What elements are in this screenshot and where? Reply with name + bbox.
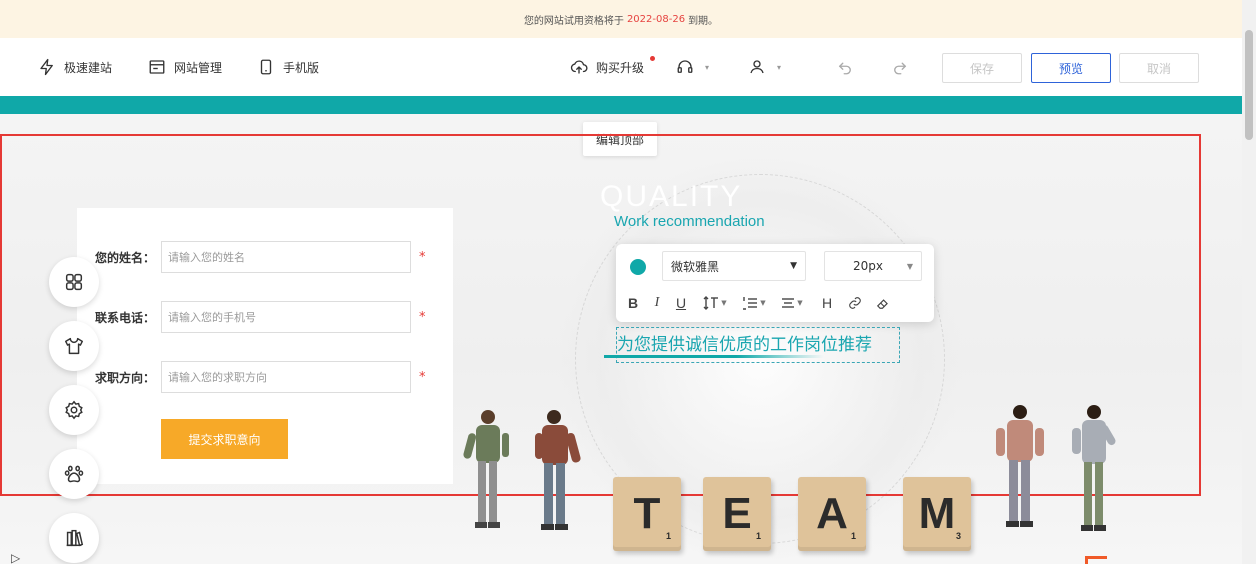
- font-size-value: 20px: [853, 259, 883, 273]
- phone-label: 联系电话：: [95, 310, 156, 325]
- top-toolbar: 极速建站 网站管理 手机版 购买升级 ▾ ▾ 保存 预览 取消: [0, 38, 1242, 96]
- rich-text-toolbar: 微软雅黑 ▼ 20px ▼ B I U ▼ ▼ ▼ H: [616, 244, 934, 322]
- notice-prefix: 您的网站试用资格将于: [523, 15, 624, 27]
- brand-logo-fragment: [1085, 556, 1107, 564]
- quick-build-label: 极速建站: [64, 60, 113, 75]
- team-tile-e: E 1: [703, 477, 771, 551]
- figure-person-1: [463, 410, 509, 528]
- quick-build-button[interactable]: 极速建站: [38, 58, 112, 76]
- tile-letter: M: [918, 489, 956, 538]
- header-teal-strip: [0, 96, 1242, 114]
- site-manage-label: 网站管理: [174, 60, 223, 75]
- figure-person-4: [1072, 405, 1116, 531]
- text-color-picker[interactable]: [630, 259, 646, 275]
- plugins-button[interactable]: [49, 449, 99, 499]
- preview-button[interactable]: 预览: [1031, 53, 1111, 83]
- theme-button[interactable]: [49, 321, 99, 371]
- ghost-text: QUALITY: [600, 180, 743, 213]
- site-manage-button[interactable]: 网站管理: [148, 58, 222, 76]
- form-row-name: 您的姓名： *: [95, 241, 426, 273]
- figure-person-3: [996, 405, 1044, 527]
- edit-header-button[interactable]: 编辑顶部: [583, 122, 657, 156]
- tile-score: 1: [755, 531, 761, 541]
- required-mark: *: [419, 309, 426, 325]
- book-icon: [66, 529, 84, 547]
- tile-score: 1: [850, 531, 856, 541]
- cancel-button[interactable]: 取消: [1119, 53, 1199, 83]
- mobile-label: 手机版: [283, 60, 320, 75]
- notice-suffix: 到期。: [688, 15, 719, 27]
- save-button[interactable]: 保存: [942, 53, 1022, 83]
- underline-icon[interactable]: U: [672, 292, 690, 314]
- shirt-icon: [65, 337, 83, 355]
- figure-person-2: [535, 410, 581, 530]
- font-size-select[interactable]: 20px ▼: [824, 251, 922, 281]
- chevron-down-icon: ▾: [777, 62, 782, 72]
- grid-icon: [65, 273, 83, 291]
- tile-score: 3: [955, 531, 961, 541]
- name-label: 您的姓名：: [95, 250, 156, 265]
- font-family-value: 微软雅黑: [671, 259, 720, 274]
- undo-icon: [838, 62, 851, 75]
- expand-panel-icon[interactable]: ▷: [11, 551, 20, 564]
- italic-icon[interactable]: I: [648, 292, 666, 314]
- redo-icon: [894, 62, 907, 75]
- font-family-select[interactable]: 微软雅黑 ▼: [662, 251, 806, 281]
- tile-letter: E: [722, 489, 752, 538]
- line-height-icon[interactable]: ▼: [698, 292, 732, 314]
- page-scrollbar[interactable]: [1242, 0, 1256, 564]
- submit-job-intent-button[interactable]: 提交求职意向: [161, 419, 288, 459]
- caret-down-icon: ▼: [790, 261, 797, 271]
- lightning-icon: [40, 58, 53, 76]
- redo-button[interactable]: [891, 58, 909, 76]
- notice-date: 2022-08-26: [626, 13, 686, 25]
- direction-input[interactable]: [161, 361, 411, 393]
- upgrade-button[interactable]: 购买升级: [570, 56, 655, 76]
- mobile-button[interactable]: 手机版: [257, 58, 319, 76]
- team-tile-a: A 1: [798, 477, 866, 551]
- team-tile-t: T 1: [613, 477, 681, 551]
- job-form-card: 您的姓名： * 联系电话： * 求职方向： * 提交求职意向: [77, 208, 453, 484]
- team-tile-m: M 3: [903, 477, 971, 551]
- chevron-down-icon: ▾: [705, 62, 710, 72]
- library-button[interactable]: [49, 513, 99, 563]
- cloud-upload-icon: [570, 60, 588, 74]
- eraser-icon[interactable]: [874, 292, 892, 314]
- required-mark: *: [419, 369, 426, 385]
- format-icons: B I U ▼ ▼ ▼ H: [624, 292, 892, 314]
- notification-dot: [650, 56, 655, 61]
- mobile-icon: [260, 59, 272, 75]
- tile-score: 1: [665, 531, 671, 541]
- support-button[interactable]: ▾: [676, 58, 709, 76]
- ordered-list-icon[interactable]: ▼: [738, 292, 770, 314]
- headset-icon: [677, 60, 693, 73]
- form-row-direction: 求职方向： *: [95, 361, 426, 393]
- form-row-phone: 联系电话： *: [95, 301, 426, 333]
- tile-letter: A: [816, 489, 848, 538]
- section-title[interactable]: Work recommendation: [614, 213, 765, 230]
- caret-down-icon: ▼: [906, 261, 913, 271]
- undo-button[interactable]: [836, 58, 854, 76]
- heading-icon[interactable]: H: [818, 292, 836, 314]
- layout-icon: [149, 60, 165, 74]
- title-underline: [604, 355, 824, 358]
- align-icon[interactable]: ▼: [776, 292, 808, 314]
- bold-icon[interactable]: B: [624, 292, 642, 314]
- direction-label: 求职方向：: [95, 370, 156, 385]
- paw-icon: [64, 465, 84, 483]
- scrollbar-thumb[interactable]: [1245, 30, 1253, 140]
- settings-button[interactable]: [49, 385, 99, 435]
- required-mark: *: [419, 249, 426, 265]
- trial-notice: 您的网站试用资格将于 2022-08-26 到期。: [0, 0, 1242, 38]
- upgrade-label: 购买升级: [596, 60, 645, 75]
- link-icon[interactable]: [846, 292, 864, 314]
- tile-letter: T: [633, 489, 661, 538]
- settings-icon: [65, 400, 83, 420]
- user-menu-button[interactable]: ▾: [748, 58, 781, 76]
- components-button[interactable]: [49, 257, 99, 307]
- user-icon: [750, 60, 764, 74]
- name-input[interactable]: [161, 241, 411, 273]
- phone-input[interactable]: [161, 301, 411, 333]
